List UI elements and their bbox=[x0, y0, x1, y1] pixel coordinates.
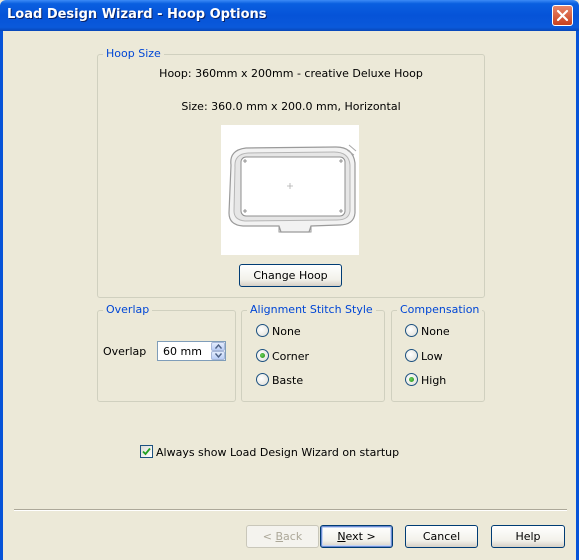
window-border-left bbox=[0, 31, 3, 560]
spin-down-button[interactable] bbox=[211, 351, 225, 360]
alignment-none-radio[interactable] bbox=[256, 324, 269, 337]
alignment-baste-radio[interactable] bbox=[256, 373, 269, 386]
overlap-value[interactable]: 60 mm bbox=[163, 345, 202, 358]
overlap-legend: Overlap bbox=[103, 303, 153, 316]
hoop-size-group: Hoop Size Hoop: 360mm x 200mm - creative… bbox=[97, 47, 485, 298]
check-icon bbox=[142, 447, 151, 456]
compensation-low-radio[interactable] bbox=[405, 349, 418, 362]
hoop-size-legend: Hoop Size bbox=[103, 47, 164, 60]
cancel-button[interactable]: Cancel bbox=[405, 525, 478, 548]
title-bar[interactable]: Load Design Wizard - Hoop Options bbox=[0, 0, 579, 31]
compensation-high-label[interactable]: High bbox=[421, 374, 446, 387]
alignment-corner-label[interactable]: Corner bbox=[272, 350, 309, 363]
startup-checkbox-label[interactable]: Always show Load Design Wizard on startu… bbox=[156, 446, 399, 459]
close-button[interactable] bbox=[552, 5, 573, 26]
hoop-preview bbox=[221, 125, 359, 255]
alignment-baste-label[interactable]: Baste bbox=[272, 374, 303, 387]
close-icon bbox=[556, 9, 569, 22]
compensation-low-label[interactable]: Low bbox=[421, 350, 443, 363]
next-button[interactable]: Next > bbox=[320, 525, 393, 548]
next-button-label: ext > bbox=[345, 530, 376, 543]
back-button-accel: B bbox=[275, 530, 284, 543]
compensation-none-label[interactable]: None bbox=[421, 325, 450, 338]
compensation-high-radio[interactable] bbox=[405, 373, 418, 386]
compensation-none-radio[interactable] bbox=[405, 324, 418, 337]
compensation-legend: Compensation bbox=[397, 303, 483, 316]
wizard-window: Load Design Wizard - Hoop Options Hoop S… bbox=[0, 0, 579, 560]
next-button-accel: N bbox=[337, 530, 346, 543]
change-hoop-button[interactable]: Change Hoop bbox=[239, 264, 342, 287]
footer-separator bbox=[14, 509, 567, 511]
alignment-stitch-legend: Alignment Stitch Style bbox=[247, 303, 376, 316]
overlap-label: Overlap bbox=[103, 345, 147, 358]
back-button[interactable]: < Back bbox=[246, 525, 319, 548]
startup-checkbox[interactable] bbox=[140, 445, 153, 458]
help-button[interactable]: Help bbox=[491, 525, 565, 548]
back-button-label: ack bbox=[283, 530, 303, 543]
alignment-corner-radio[interactable] bbox=[256, 349, 269, 362]
hoop-description: Hoop: 360mm x 200mm - creative Deluxe Ho… bbox=[159, 67, 423, 80]
window-title: Load Design Wizard - Hoop Options bbox=[7, 7, 267, 22]
back-button-prefix: < bbox=[262, 530, 276, 543]
hoop-size-description: Size: 360.0 mm x 200.0 mm, Horizontal bbox=[181, 100, 401, 113]
hoop-preview-image bbox=[228, 144, 357, 233]
overlap-spinner[interactable]: 60 mm bbox=[157, 341, 226, 361]
spin-up-button[interactable] bbox=[211, 342, 225, 351]
spin-up-icon bbox=[215, 344, 222, 349]
spin-down-icon bbox=[215, 353, 222, 358]
alignment-none-label[interactable]: None bbox=[272, 325, 301, 338]
